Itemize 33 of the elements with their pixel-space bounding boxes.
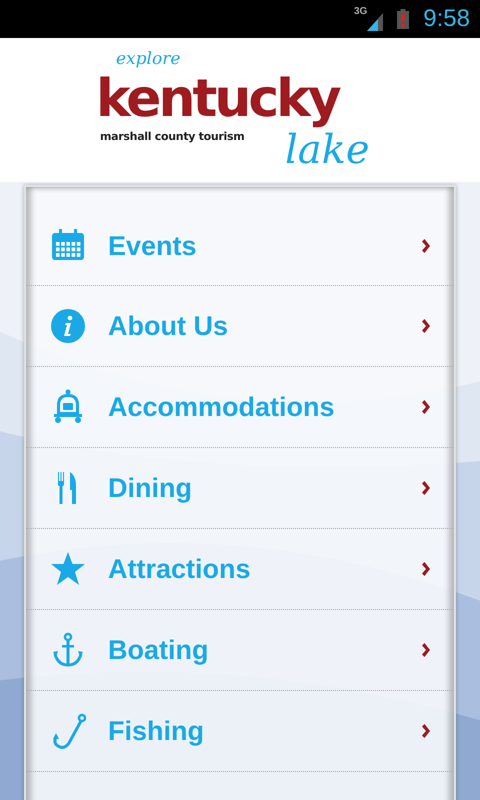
logo-title: kentucky xyxy=(96,70,339,128)
menu-item-label: Events xyxy=(108,230,198,262)
star-icon xyxy=(50,551,86,587)
logo-explore-text: explore xyxy=(116,50,180,69)
clock: 9:58 xyxy=(423,5,470,33)
signal-icon xyxy=(367,13,384,31)
menu-item-label: Fishing xyxy=(108,716,205,746)
menu-item[interactable]: Dining xyxy=(26,448,454,529)
chevron-icon xyxy=(422,239,430,253)
chevron-icon xyxy=(422,724,430,738)
menu-item-label: Attractions xyxy=(108,554,252,584)
menu-item[interactable]: Attractions xyxy=(26,529,454,610)
info-icon xyxy=(50,308,86,344)
anchor-icon xyxy=(50,632,86,668)
menu-item[interactable]: Fishing xyxy=(26,691,454,772)
network-label: 3G xyxy=(354,6,368,17)
fishing-hook-icon xyxy=(50,713,86,749)
menu-item-label: Boating xyxy=(108,634,210,666)
menu-item-label: Dining xyxy=(108,472,193,504)
chevron-icon xyxy=(422,562,430,576)
chevron-icon xyxy=(422,481,430,495)
menu-item[interactable]: Boating xyxy=(26,610,454,691)
menu-item-label: About Us xyxy=(108,310,229,342)
chevron-icon xyxy=(422,319,430,333)
menu-item-label: Accommodations xyxy=(108,392,336,422)
logo-lake-text: lake xyxy=(285,130,370,170)
logo-tagline: marshall county tourism xyxy=(100,130,244,143)
menu-item[interactable]: Accommodations xyxy=(26,367,454,448)
chevron-icon xyxy=(422,643,430,657)
menu-item[interactable]: Events xyxy=(26,187,454,286)
menu-item[interactable]: About Us xyxy=(26,286,454,367)
battery-icon xyxy=(397,9,410,29)
chevron-icon xyxy=(422,400,430,414)
